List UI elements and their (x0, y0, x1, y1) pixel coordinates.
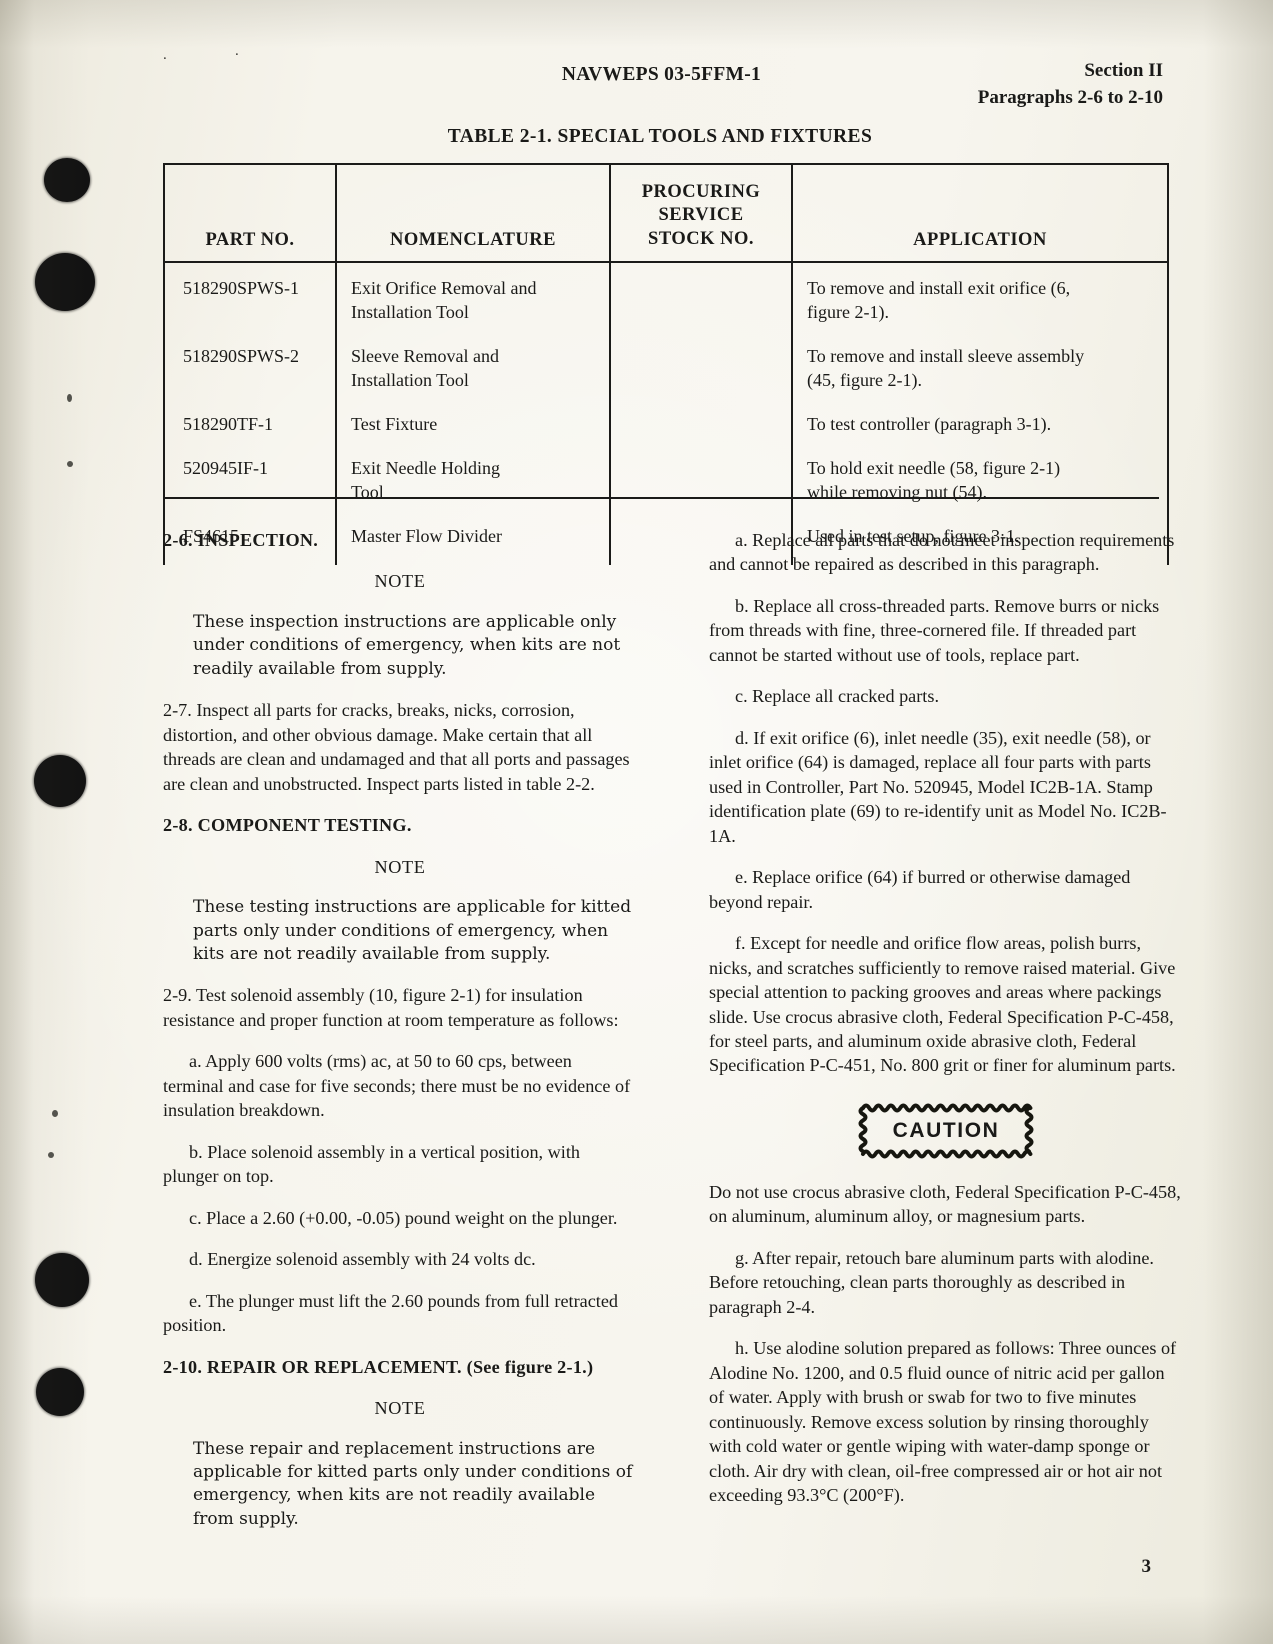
cell-nomenclature: Sleeve Removal and Installation Tool (335, 344, 611, 393)
table-bottom-rule (163, 497, 1159, 499)
document-page: . . NAVWEPS 03-5FFM-1 Section II Paragra… (0, 0, 1273, 1644)
spacer-cell (609, 504, 793, 525)
cell-part-no: 518290SPWS-2 (163, 344, 337, 393)
cell-nomenclature: Test Fixture (335, 412, 611, 437)
cell-part-no: 518290SPWS-1 (163, 262, 337, 325)
cell-application: To remove and install sleeve assembly (4… (791, 344, 1169, 393)
paragraph-2-10-item-a: a. Replace all parts that do not meet in… (709, 530, 1175, 575)
cell-stock-no (609, 262, 793, 325)
spacer-cell (163, 392, 337, 413)
paragraph-2-10-item-g: g. After repair, retouch bare aluminum p… (709, 1247, 1154, 1317)
spacer-cell (163, 324, 337, 345)
stock-header-line-2: SERVICE (658, 205, 744, 226)
nomenclature-line-2: Installation Tool (351, 301, 469, 322)
spacer-cell (609, 392, 793, 413)
table-header-row: PART NO. NOMENCLATURE PROCURING SERVICE … (163, 163, 1169, 263)
paragraph-range-label: Paragraphs 2-6 to 2-10 (977, 86, 1163, 108)
table-header: PART NO. NOMENCLATURE PROCURING SERVICE … (163, 163, 1169, 263)
note-label: NOTE (374, 856, 426, 877)
cell-stock-no (609, 412, 793, 437)
application-line-2: while removing nut (54). (807, 481, 987, 502)
table-row-spacer (163, 436, 1169, 457)
paragraph-2-10-item-b: b. Replace all cross-threaded parts. Rem… (709, 595, 1160, 665)
note-label: NOTE (374, 571, 426, 592)
application-line-1: To remove and install sleeve assembly (807, 345, 1085, 366)
paragraph-2-10-item-e: e. Replace orifice (64) if burred or oth… (709, 867, 1131, 912)
spacer-cell (791, 504, 1169, 525)
stock-header-line-3: STOCK NO. (648, 228, 754, 249)
body-column-right: a. Replace all parts that do not meet in… (709, 528, 1183, 1525)
cell-application: To test controller (paragraph 3-1). (791, 412, 1169, 437)
table-row: 518290TF-1 Test Fixture To test controll… (163, 412, 1169, 437)
paragraph-2-10-item-d: d. If exit orifice (6), inlet needle (35… (709, 727, 1167, 846)
paragraph-2-9-item-e: e. The plunger must lift the 2.60 pounds… (163, 1290, 618, 1336)
nomenclature-line-1: Test Fixture (351, 413, 438, 434)
caution-body-text: Do not use crocus abrasive cloth, Federa… (709, 1181, 1181, 1227)
spacer-cell (163, 504, 337, 525)
table-row: 518290SPWS-2 Sleeve Removal and Installa… (163, 344, 1169, 393)
table-title: TABLE 2-1. SPECIAL TOOLS AND FIXTURES (447, 126, 873, 147)
application-line-2: (45, figure 2-1). (807, 369, 922, 390)
spacer-cell (335, 324, 611, 345)
spacer-cell (791, 324, 1169, 345)
running-head: NAVWEPS 03-5FFM-1 Section II Paragraphs … (160, 58, 1163, 112)
paragraph-2-8-heading: 2-8. COMPONENT TESTING. (163, 815, 412, 836)
paragraph-2-10-item-h: h. Use alodine solution prepared as foll… (709, 1338, 1177, 1506)
spacer-cell (791, 436, 1169, 457)
column-header-part-no: PART NO. (163, 163, 337, 263)
nomenclature-line-1: Sleeve Removal and (351, 345, 499, 366)
section-reference: Section II Paragraphs 2-6 to 2-10 (978, 58, 1163, 112)
paragraph-2-6-heading: 2-6. INSPECTION. (163, 530, 319, 550)
spacer-cell (609, 324, 793, 345)
application-line-1: To remove and install exit orifice (6, (807, 278, 1071, 298)
paragraph-2-9-item-a: a. Apply 600 volts (rms) ac, at 50 to 60… (163, 1051, 631, 1121)
page-number: 3 (1141, 1556, 1152, 1577)
stock-header-line-1: PROCURING (641, 182, 761, 203)
spacer-cell (163, 436, 337, 457)
column-header-application: APPLICATION (791, 163, 1169, 263)
paragraph-2-10-item-c: c. Replace all cracked parts. (735, 686, 939, 707)
column-header-stock-no: PROCURING SERVICE STOCK NO. (609, 163, 793, 263)
spacer-cell (335, 392, 611, 413)
nomenclature-line-1: Exit Needle Holding (351, 457, 500, 478)
caution-banner: CAUTION (858, 1102, 1034, 1160)
column-header-nomenclature: NOMENCLATURE (335, 163, 611, 263)
nomenclature-line-2: Installation Tool (351, 369, 469, 390)
paragraph-2-9-item-b: b. Place solenoid assembly in a vertical… (163, 1141, 580, 1187)
table-row-spacer (163, 324, 1169, 345)
note-body: These testing instructions are applicabl… (193, 897, 632, 965)
paragraph-2-9-item-d: d. Energize solenoid assembly with 24 vo… (189, 1249, 536, 1270)
paragraph-2-10-item-f: f. Except for needle and orifice flow ar… (709, 933, 1176, 1076)
body-column-left: 2-6. INSPECTION. NOTE These inspection i… (163, 528, 637, 1548)
paragraph-2-9-item-c: c. Place a 2.60 (+0.00, -0.05) pound wei… (189, 1207, 618, 1228)
spacer-cell (335, 436, 611, 457)
table-body: 518290SPWS-1 Exit Orifice Removal and In… (163, 262, 1169, 565)
cell-stock-no (609, 344, 793, 393)
paragraph-2-10-heading: 2-10. REPAIR OR REPLACEMENT. (See figure… (163, 1356, 594, 1377)
special-tools-table: PART NO. NOMENCLATURE PROCURING SERVICE … (163, 163, 1169, 565)
cell-nomenclature: Exit Orifice Removal and Installation To… (335, 262, 611, 325)
note-body: These inspection instructions are applic… (193, 611, 621, 679)
cell-application: To remove and install exit orifice (6, f… (791, 262, 1169, 325)
spacer-cell (791, 392, 1169, 413)
paragraph-2-7: 2-7. Inspect all parts for cracks, break… (163, 700, 630, 794)
caution-label: CAUTION (892, 1118, 1000, 1142)
table-row-spacer (163, 392, 1169, 413)
table-row: 518290SPWS-1 Exit Orifice Removal and In… (163, 262, 1169, 325)
note-body: These repair and replacement instruction… (193, 1438, 633, 1529)
nomenclature-line-1: Exit Orifice Removal and (351, 278, 537, 298)
application-line-1: To test controller (paragraph 3-1). (807, 413, 1052, 434)
paragraph-2-9: 2-9. Test solenoid assembly (10, figure … (163, 985, 619, 1030)
note-label: NOTE (374, 1398, 426, 1419)
page-content: NAVWEPS 03-5FFM-1 Section II Paragraphs … (0, 0, 1273, 1644)
nomenclature-line-2: Tool (351, 481, 384, 502)
application-line-2: figure 2-1). (807, 301, 889, 322)
section-label: Section II (1084, 60, 1163, 81)
table-row-spacer (163, 504, 1169, 525)
spacer-cell (609, 436, 793, 457)
cell-part-no: 518290TF-1 (163, 412, 337, 437)
spacer-cell (335, 504, 611, 525)
application-line-1: To hold exit needle (58, figure 2-1) (807, 457, 1061, 478)
